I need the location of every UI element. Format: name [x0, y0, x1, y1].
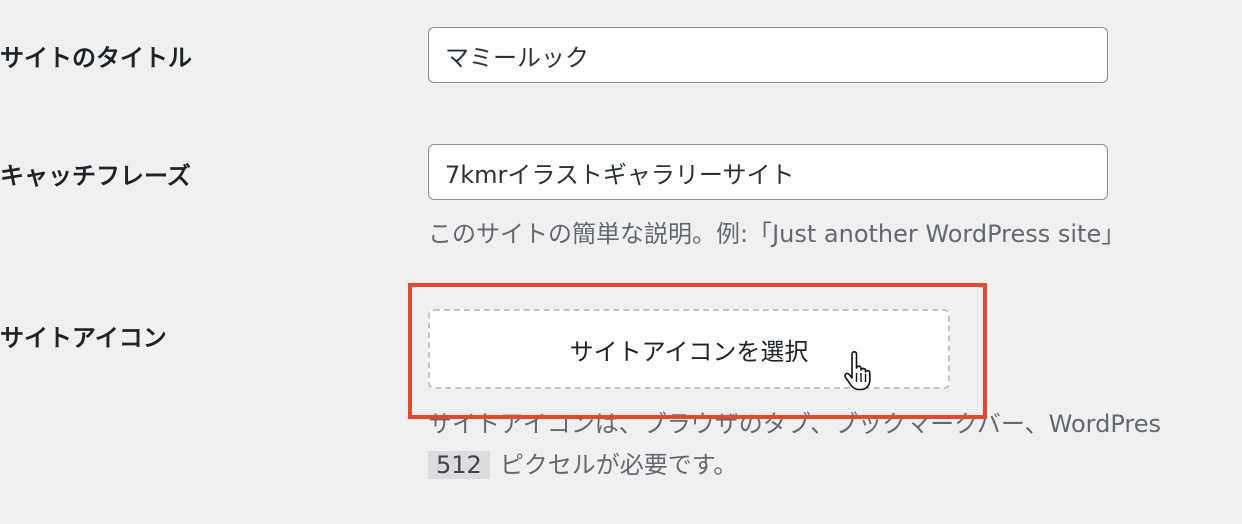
- site-icon-description-line2-text: ピクセルが必要です。: [499, 451, 738, 479]
- select-site-icon-button-label: サイトアイコンを選択: [569, 337, 809, 366]
- site-title-input[interactable]: [428, 27, 1108, 83]
- tagline-description: このサイトの簡単な説明。例:「Just another WordPress si…: [428, 220, 1126, 248]
- site-icon-description-line2: 512 ピクセルが必要です。: [428, 445, 737, 480]
- tagline-label: キャッチフレーズ: [0, 162, 191, 190]
- site-title-label: サイトのタイトル: [0, 44, 192, 72]
- tagline-input[interactable]: [428, 144, 1108, 200]
- site-icon-description-line1: サイトアイコンは、ブラウザのタブ、ブックマークバー、WordPres: [428, 410, 1161, 438]
- hand-pointer-cursor-icon: [844, 351, 871, 391]
- site-icon-label: サイトアイコン: [0, 324, 167, 352]
- size-code-chip: 512: [428, 451, 490, 479]
